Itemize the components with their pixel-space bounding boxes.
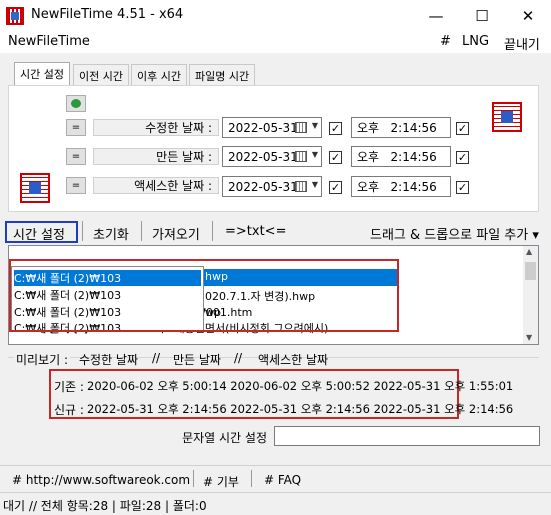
toolbar-separator (141, 221, 142, 241)
drag-drop-add-files-button[interactable]: 드래그 & 드롭으로 파일 추가 ▾ (370, 224, 539, 243)
scroll-down-icon[interactable]: ▼ (526, 333, 532, 342)
chevron-down-icon: ▼ (311, 121, 318, 130)
tab-before-time[interactable]: 이전 시간 (73, 64, 129, 85)
window-title: NewFileTime 4.51 - x64 (31, 7, 184, 22)
import-button[interactable]: 가져오기 (152, 224, 200, 243)
created-date-checkbox[interactable]: ✓ (329, 151, 342, 164)
tab-time-settings[interactable]: 시간 설정 (14, 62, 70, 86)
modified-ampm: 오후 (357, 121, 380, 135)
refresh-icon[interactable] (66, 95, 86, 112)
faq-link[interactable]: # FAQ (264, 473, 301, 487)
set-time-button[interactable]: 시간 설정 (13, 224, 65, 243)
created-date-value: 2022-05-31 (228, 149, 298, 164)
accessed-time-value: 2:14:56 (390, 179, 437, 194)
preview-label: 미리보기 : (14, 351, 71, 368)
modified-date-checkbox[interactable]: ✓ (329, 122, 342, 135)
original-values: 2020-06-02 오후 5:00:14 2020-06-02 오후 5:00… (87, 379, 514, 393)
new-values: 2022-05-31 오후 2:14:56 2022-05-31 오후 2:14… (87, 402, 514, 416)
footer-divider (0, 465, 551, 466)
footer-separator (193, 470, 194, 487)
preview-accessed: 액세스한 날짜 (258, 353, 329, 367)
app-icon (6, 7, 24, 25)
tab-filename-time[interactable]: 파일명 시간 (189, 64, 256, 85)
modified-time-checkbox[interactable]: ✓ (456, 122, 469, 135)
accessed-date-field[interactable]: 2022-05-31 ▼ (222, 176, 322, 197)
created-date-field[interactable]: 2022-05-31 ▼ (222, 146, 322, 167)
calendar-icon (295, 151, 307, 162)
tab-after-time[interactable]: 이후 시간 (131, 64, 187, 85)
reset-button[interactable]: 초기화 (93, 224, 129, 243)
preview-created: 만든 날짜 (173, 353, 221, 367)
app-logo-icon-right (492, 102, 522, 132)
accessed-date-checkbox[interactable]: ✓ (329, 181, 342, 194)
menu-exit[interactable]: 끝내기 (504, 34, 540, 53)
status-bar: 대기 // 전체 항목:28 | 파일:28 | 폴더:0 (3, 499, 207, 513)
accessed-date-value: 2022-05-31 (228, 179, 298, 194)
equal-button-modified[interactable]: = (66, 119, 86, 136)
modified-date-field[interactable]: 2022-05-31 ▼ (222, 117, 322, 138)
to-txt-button[interactable]: =>txt<= (225, 224, 286, 239)
preview-sep: // (152, 351, 161, 365)
chevron-down-icon: ▼ (311, 180, 318, 189)
list-highlight-frame (9, 259, 399, 332)
string-time-input[interactable] (274, 426, 540, 446)
preview-modified: 수정한 날짜 (79, 353, 139, 367)
footer-separator (251, 470, 252, 487)
equal-button-accessed[interactable]: = (66, 177, 86, 194)
modified-time-field[interactable]: 오후 2:14:56 (351, 117, 451, 138)
accessed-time-field[interactable]: 오후 2:14:56 (351, 176, 451, 197)
calendar-icon (295, 181, 307, 192)
list-scrollbar[interactable] (523, 246, 538, 344)
label-accessed-date: 액세스한 날짜 : (93, 177, 219, 194)
chevron-down-icon: ▼ (311, 150, 318, 159)
toolbar-separator (212, 221, 213, 241)
menu-hash[interactable]: # (440, 34, 451, 49)
new-label: 신규 : (54, 403, 84, 417)
menu-lng[interactable]: LNG (462, 34, 489, 49)
app-logo-icon-left (20, 173, 50, 203)
calendar-icon (295, 122, 307, 133)
scroll-up-icon[interactable]: ▲ (526, 247, 532, 256)
created-ampm: 오후 (357, 150, 380, 164)
menu-app-name[interactable]: NewFileTime (8, 34, 90, 49)
label-created-date: 만든 날짜 : (93, 148, 219, 165)
modified-date-value: 2022-05-31 (228, 120, 298, 135)
created-time-value: 2:14:56 (390, 149, 437, 164)
created-time-field[interactable]: 오후 2:14:56 (351, 146, 451, 167)
string-time-label: 문자열 시간 설정 (182, 431, 267, 445)
website-link[interactable]: # http://www.softwareok.com (12, 473, 190, 487)
donate-link[interactable]: # 기부 (203, 473, 239, 490)
label-modified-date: 수정한 날짜 : (93, 119, 219, 136)
created-time-checkbox[interactable]: ✓ (456, 151, 469, 164)
scrollbar-thumb[interactable] (525, 262, 536, 280)
accessed-time-checkbox[interactable]: ✓ (456, 181, 469, 194)
maximize-button[interactable]: ☐ (459, 0, 505, 31)
original-label: 기존 : (54, 380, 84, 394)
toolbar-separator (82, 221, 83, 241)
equal-button-created[interactable]: = (66, 148, 86, 165)
close-button[interactable]: ✕ (505, 0, 551, 31)
status-divider (0, 492, 551, 493)
modified-time-value: 2:14:56 (390, 120, 437, 135)
preview-sep: // (234, 351, 243, 365)
accessed-ampm: 오후 (357, 180, 380, 194)
minimize-button[interactable]: — (413, 0, 459, 31)
